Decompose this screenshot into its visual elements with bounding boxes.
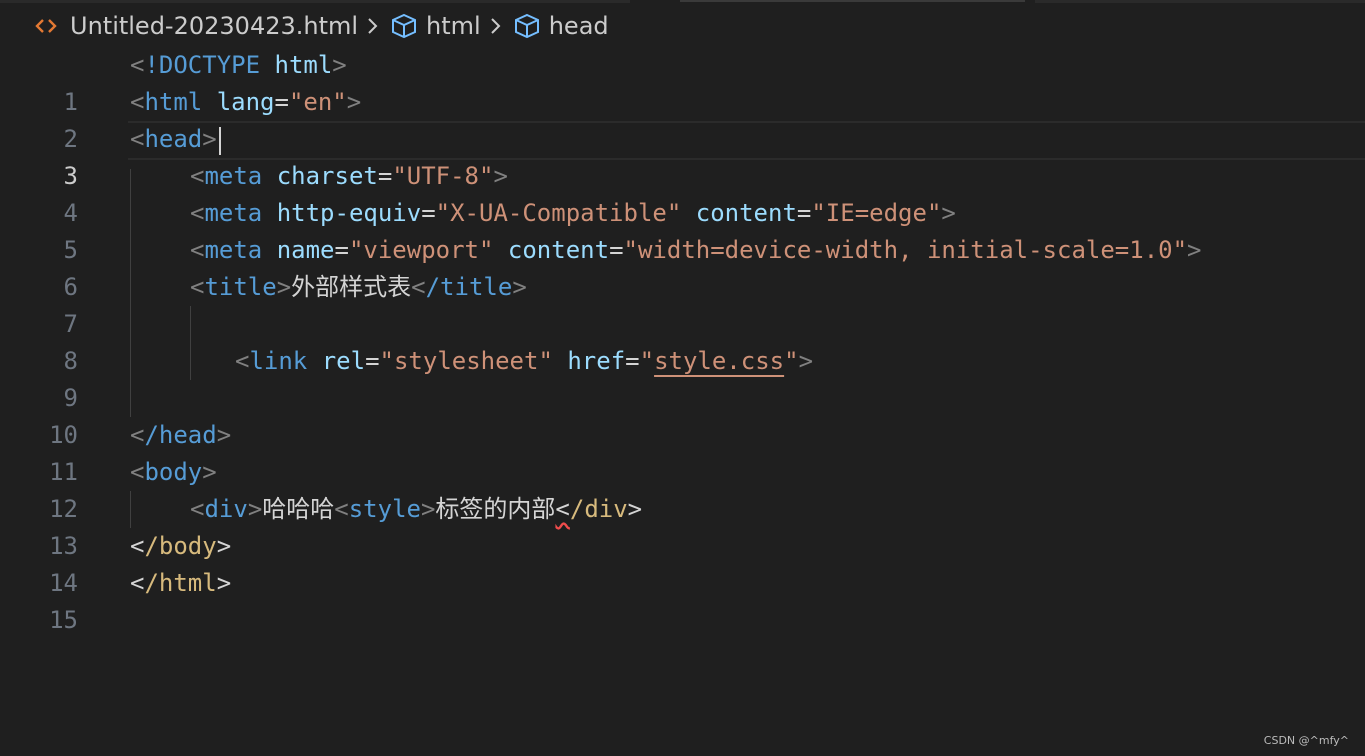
code-line[interactable]: 11 </head> <box>0 417 1365 486</box>
line-content: <meta name="viewport" content="width=dev… <box>190 236 1202 264</box>
code-line[interactable]: 8 <box>0 306 1365 375</box>
text-cursor <box>219 127 221 155</box>
breadcrumb-item-head[interactable]: head <box>513 12 609 40</box>
breadcrumb-file-label: Untitled-20230423.html <box>70 12 359 40</box>
cube-icon <box>513 13 541 39</box>
line-content: <meta charset="UTF-8"> <box>190 162 508 190</box>
file-link: style.css <box>654 347 785 375</box>
line-content: <title>外部样式表</title> <box>190 273 527 301</box>
chevron-right-icon <box>489 15 503 37</box>
html-file-icon <box>34 14 58 38</box>
breadcrumb-item-label: html <box>426 12 481 40</box>
line-content: <html lang="en"> <box>130 88 362 116</box>
line-content: <head> <box>130 125 217 153</box>
code-line[interactable]: 14 </body> <box>0 528 1365 597</box>
code-line[interactable]: 1 <!DOCTYPE html> <box>0 47 1365 116</box>
cube-icon <box>390 13 418 39</box>
line-content: </body> <box>130 532 232 560</box>
code-line[interactable]: 12 <body> <box>0 454 1365 523</box>
line-number: 15 <box>49 606 78 634</box>
breadcrumb-file[interactable]: Untitled-20230423.html <box>34 12 358 40</box>
watermark: CSDN @^mfy^ <box>1263 734 1349 747</box>
breadcrumb-item-label: head <box>548 12 609 40</box>
error-squiggle: < <box>555 495 570 523</box>
code-line[interactable]: 9 <link rel="stylesheet" href="style.css… <box>0 343 1365 412</box>
line-content: <meta http-equiv="X-UA-Compatible" conte… <box>190 199 956 227</box>
code-line[interactable]: 6 <meta name="viewport" content="width=d… <box>0 232 1365 301</box>
code-line[interactable]: 10 <box>0 380 1365 449</box>
breadcrumb-item-html[interactable]: html <box>390 12 481 40</box>
line-content: <!DOCTYPE html> <box>130 51 347 79</box>
code-line[interactable]: 7 <title>外部样式表</title> <box>0 269 1365 338</box>
line-content: <link rel="stylesheet" href="style.css"> <box>235 347 814 375</box>
line-content: <body> <box>130 458 217 486</box>
code-line[interactable]: 13 <div>哈哈哈<style>标签的内部</div> <box>0 491 1365 560</box>
code-line-active[interactable]: 3 <head> <box>0 121 1365 190</box>
line-content: </html> <box>130 569 232 597</box>
line-content: <div>哈哈哈<style>标签的内部</div> <box>190 495 643 523</box>
top-edge <box>0 0 1365 4</box>
line-content: </head> <box>130 421 232 449</box>
code-line[interactable]: 2 <html lang="en"> <box>0 84 1365 153</box>
code-editor[interactable]: 1 <!DOCTYPE html> 2 <html lang="en"> 3 <… <box>0 47 1365 634</box>
code-line[interactable]: 15 </html> <box>0 565 1365 634</box>
code-line[interactable]: 4 <meta charset="UTF-8"> <box>0 158 1365 227</box>
breadcrumb: Untitled-20230423.html html head <box>34 8 609 44</box>
chevron-right-icon <box>366 15 380 37</box>
code-line[interactable]: 5 <meta http-equiv="X-UA-Compatible" con… <box>0 195 1365 264</box>
